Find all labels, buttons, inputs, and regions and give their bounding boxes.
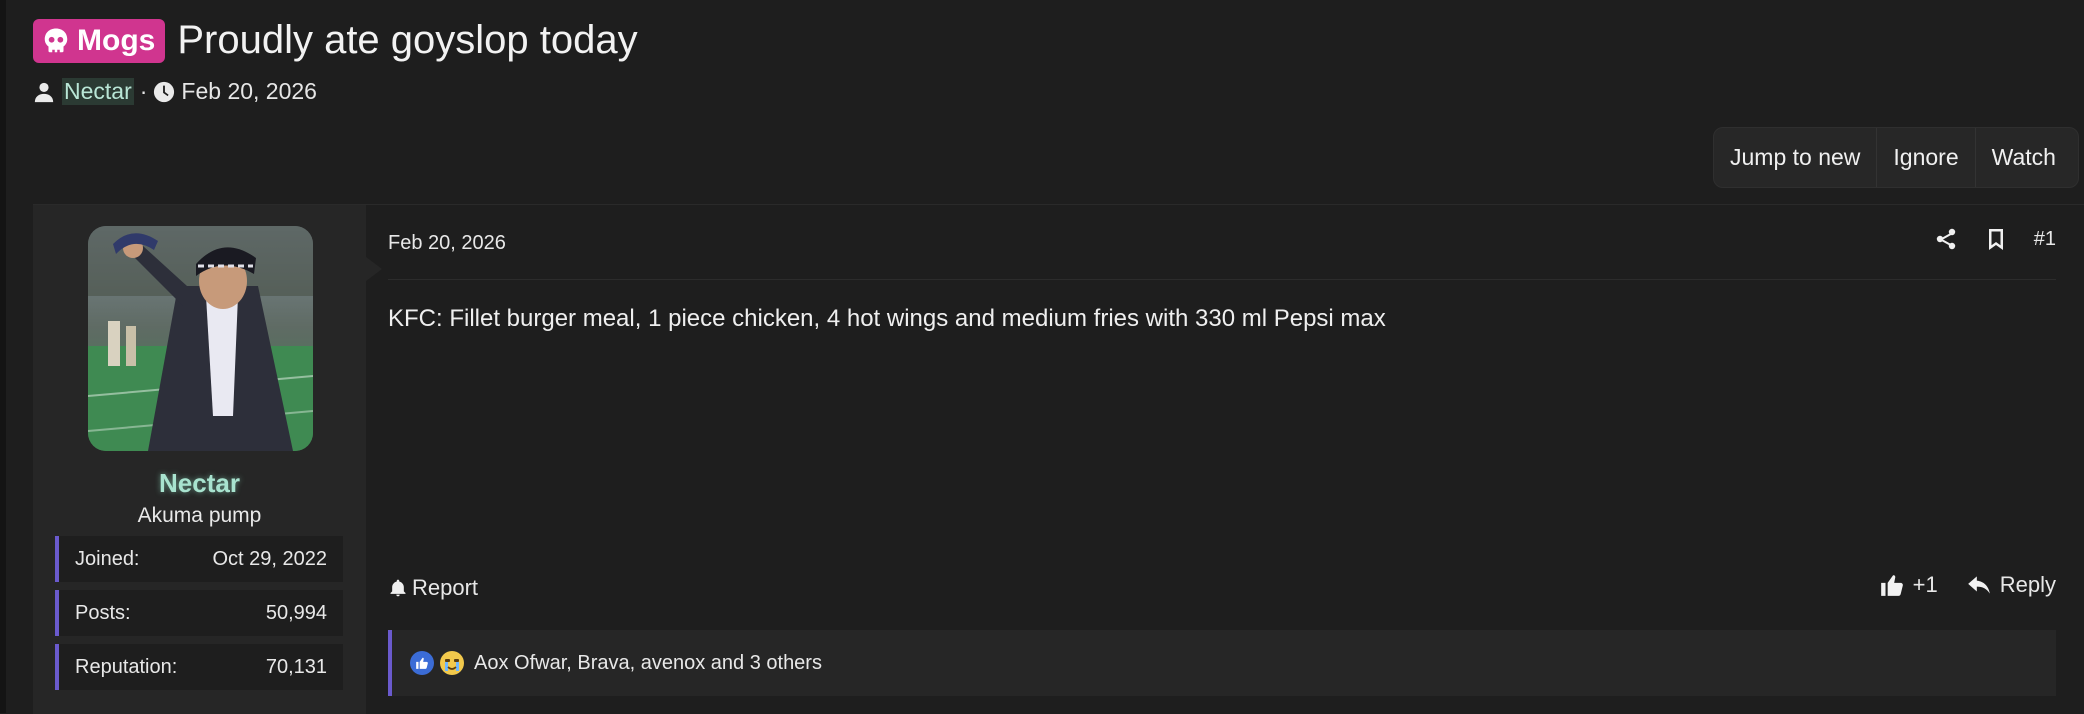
bell-icon [390,579,406,597]
thread-title-row: Mogs Proudly ate goyslop today [33,18,638,63]
sidebar-username[interactable]: Nectar [33,468,366,499]
avatar[interactable] [88,226,313,451]
meta-separator: · [139,78,148,104]
stat-posts: Posts: 50,994 [55,590,343,636]
post-tools: #1 [1934,227,2056,251]
post-container: Nectar Akuma pump Joined: Oct 29, 2022 P… [33,204,2084,714]
sidebar-notch [366,257,382,281]
reply-icon [1967,576,1990,594]
bookmark-icon[interactable] [1984,227,2008,251]
user-sidebar: Nectar Akuma pump Joined: Oct 29, 2022 P… [33,205,366,714]
left-edge-strip [0,0,6,713]
like-button[interactable]: +1 [1879,572,1938,598]
jump-to-new-button[interactable]: Jump to new [1714,128,1876,187]
report-button[interactable]: Report [388,575,478,601]
watch-button[interactable]: Watch [1974,128,2072,187]
share-icon[interactable] [1934,227,1958,251]
user-title: Akuma pump [137,504,262,527]
thread-author-link[interactable]: Nectar [62,78,134,105]
ignore-button[interactable]: Ignore [1876,128,1974,187]
post-header-divider [388,279,2056,280]
thread-title: Proudly ate goyslop today [177,18,638,62]
thread-actions: Jump to new Ignore Watch [1713,127,2079,188]
prefix-label: Mogs [77,23,156,57]
stat-value: 50,994 [265,601,327,624]
thumbs-up-icon [1880,575,1903,596]
reactions-text[interactable]: Aox Ofwar, Brava, avenox and 3 others [474,652,822,675]
stat-reputation: Reputation: 70,131 [55,644,343,690]
post-body: KFC: Fillet burger meal, 1 piece chicken… [388,305,1386,332]
stat-joined: Joined: Oct 29, 2022 [55,536,343,582]
post-date[interactable]: Feb 20, 2026 [388,232,506,255]
post-number[interactable]: #1 [2034,228,2056,251]
thread-date[interactable]: Feb 20, 2026 [181,78,317,105]
report-label: Report [412,575,479,600]
like-reaction-icon [410,651,434,675]
thread-meta: Nectar · Feb 20, 2026 [33,78,317,105]
stat-value: Oct 29, 2022 [212,547,327,570]
reply-label: Reply [1999,572,2056,597]
post-footer-actions: +1 Reply [1879,572,2056,598]
like-count: +1 [1912,572,1938,597]
clock-icon [154,81,175,102]
stat-label: Joined: [75,547,140,570]
stat-value: 70,131 [265,655,327,678]
thread-prefix-badge[interactable]: Mogs [33,18,166,63]
skull-icon [44,28,68,52]
cry-reaction-icon [440,651,464,675]
post-content: Feb 20, 2026 #1 KFC: Fillet burger meal,… [388,205,2056,714]
reply-button[interactable]: Reply [1966,572,2056,598]
stat-label: Posts: [75,601,131,624]
user-icon [34,82,54,102]
stat-label: Reputation: [75,655,178,678]
reactions-bar[interactable]: Aox Ofwar, Brava, avenox and 3 others [388,630,2056,696]
